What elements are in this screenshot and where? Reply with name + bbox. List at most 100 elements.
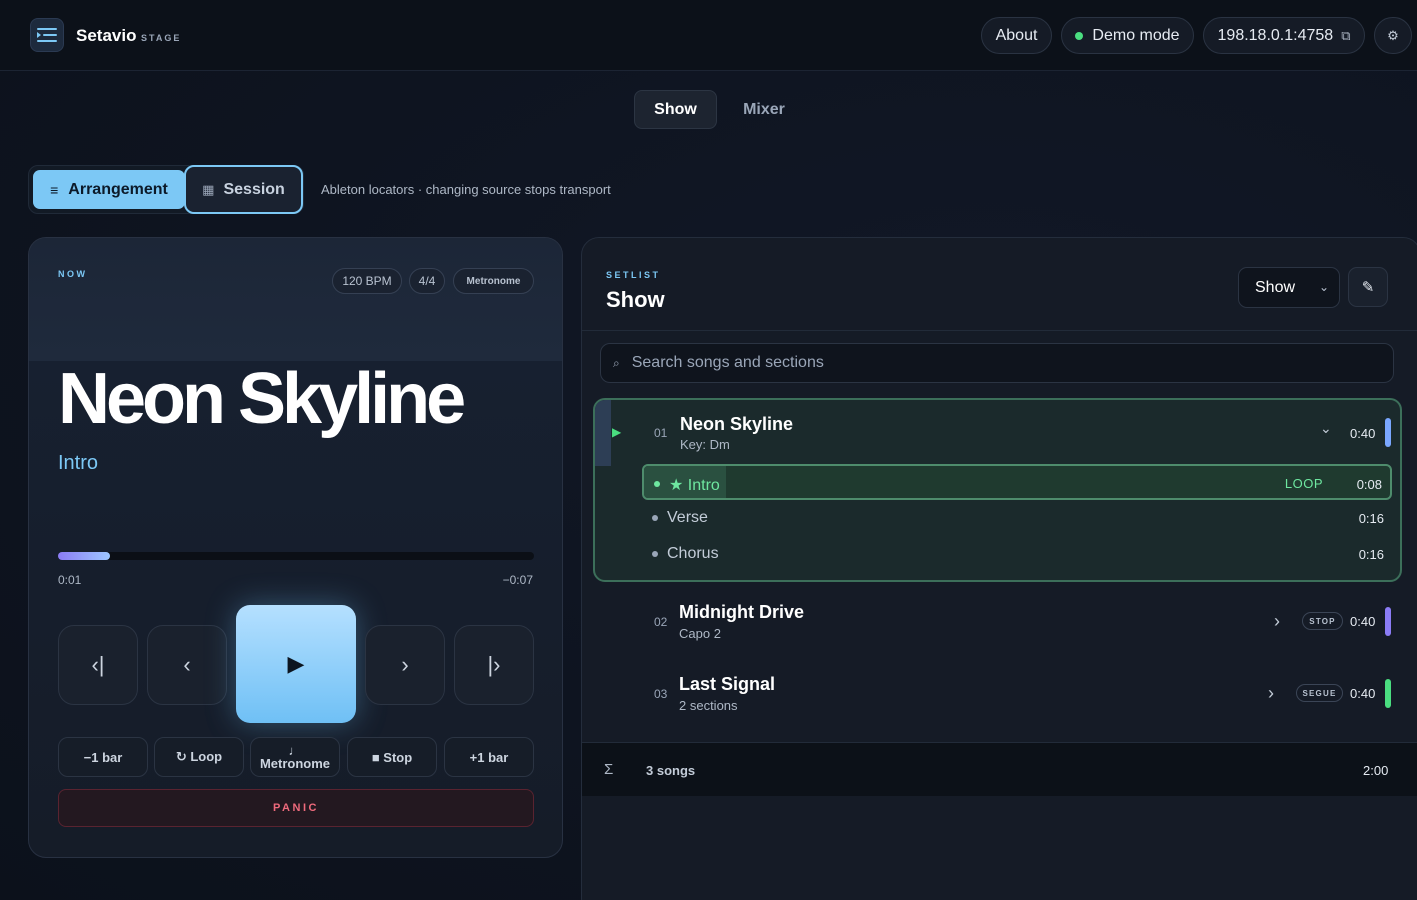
tab-show[interactable]: Show — [634, 90, 717, 129]
address-copy-button[interactable]: 198.18.0.1:4758 ⧉ — [1203, 17, 1365, 54]
panic-button[interactable]: PANIC — [58, 789, 534, 827]
status-dot-icon — [1075, 31, 1084, 40]
song-color-bar — [1385, 607, 1391, 636]
remaining-time: −0:07 — [502, 573, 533, 587]
playing-icon: ▶ — [612, 425, 622, 439]
song-color-bar — [1385, 418, 1391, 447]
song-number: 01 — [654, 426, 668, 440]
arrangement-button[interactable]: ≡ Arrangement — [33, 170, 185, 209]
chevron-down-icon[interactable]: ⌄ — [1320, 420, 1332, 437]
setlist-select-value: Show — [1255, 278, 1296, 296]
copy-icon: ⧉ — [1341, 27, 1351, 43]
metronome-label: Metronome — [259, 756, 331, 771]
next-song-button[interactable]: |› — [454, 625, 534, 705]
search-input[interactable] — [631, 354, 1332, 372]
session-label: Session — [223, 180, 285, 198]
segue-badge: SEGUE — [1296, 684, 1343, 702]
song-name: Midnight Drive — [679, 602, 804, 622]
song-meta: Capo 2 — [679, 626, 721, 641]
setlist-card: SETLIST Show Show ⌄ ✎ ⌕ ▶ 01 Neon Skylin… — [581, 237, 1417, 900]
address-label: 198.18.0.1:4758 — [1217, 26, 1334, 44]
setlist-label: SETLIST — [606, 270, 661, 280]
song-color-bar — [1385, 679, 1391, 708]
song-row[interactable]: 02 Midnight Drive Capo 2 › STOP 0:40 — [582, 593, 1417, 653]
song-number: 03 — [654, 687, 668, 701]
list-icon: ≡ — [50, 181, 59, 198]
section-row[interactable]: Verse 0:16 — [642, 500, 1392, 536]
brand-sub: STAGE — [141, 33, 182, 43]
chevron-right-icon: › — [401, 652, 409, 677]
metronome-button[interactable]: ♩ Metronome — [250, 737, 340, 777]
song-row[interactable]: 03 Last Signal 2 sections › SEGUE 0:40 — [582, 665, 1417, 725]
bpm-chip: 120 BPM — [332, 268, 402, 294]
divider — [582, 330, 1417, 331]
tab-mixer[interactable]: Mixer — [728, 90, 800, 129]
demo-mode-button[interactable]: Demo mode — [1061, 17, 1194, 54]
progress-fill — [58, 552, 111, 560]
chevron-right-icon[interactable]: › — [1274, 611, 1280, 632]
elapsed-time: 0:01 — [58, 573, 82, 587]
skip-back-icon: ‹| — [91, 652, 105, 677]
section-dot — [652, 551, 658, 557]
current-song-title: Neon Skyline — [58, 359, 466, 439]
chevron-left-icon: ‹ — [183, 652, 191, 677]
session-button[interactable]: ▦ Session — [184, 165, 303, 214]
song-count: 3 songs — [646, 763, 696, 778]
section-row-active[interactable]: ★ Intro LOOP 0:08 — [642, 464, 1392, 500]
next-section-button[interactable]: › — [365, 625, 445, 705]
stop-badge: STOP — [1302, 612, 1343, 630]
song-duration: 0:40 — [1350, 686, 1376, 701]
metronome-chip[interactable]: Metronome — [453, 268, 534, 294]
song-meta: 2 sections — [679, 698, 738, 713]
search-field[interactable]: ⌕ — [600, 343, 1394, 383]
section-duration: 0:16 — [1358, 547, 1384, 562]
brand-name: Setavio — [76, 26, 137, 45]
grid-icon: ▦ — [202, 181, 215, 197]
skip-forward-icon: |› — [487, 652, 501, 677]
signature-chip: 4/4 — [409, 268, 445, 294]
song-duration: 0:40 — [1350, 614, 1376, 629]
song-duration: 0:40 — [1350, 426, 1376, 441]
top-bar: Setavio STAGE About Demo mode 198.18.0.1… — [0, 0, 1417, 71]
search-icon: ⌕ — [613, 355, 620, 370]
settings-button[interactable]: ⚙ — [1374, 17, 1412, 54]
arrangement-label: Arrangement — [68, 180, 168, 198]
play-button[interactable]: ▶ — [236, 605, 356, 723]
section-name: ★ Intro — [669, 477, 720, 494]
loop-button[interactable]: ↻ Loop — [154, 737, 244, 777]
about-button[interactable]: About — [981, 17, 1052, 54]
minus-bar-button[interactable]: −1 bar — [58, 737, 148, 777]
previous-section-button[interactable]: ‹ — [147, 625, 227, 705]
setlist-footer: Σ 3 songs 2:00 — [582, 742, 1417, 796]
play-icon: ▶ — [287, 651, 305, 676]
section-name: Verse — [667, 509, 708, 526]
edit-setlist-button[interactable]: ✎ — [1348, 267, 1388, 307]
pencil-icon: ✎ — [1361, 279, 1375, 296]
song-row-active[interactable]: ▶ 01 Neon Skyline Key: Dm ⌄ 0:40 ★ Intro… — [593, 398, 1402, 582]
active-strip — [595, 400, 611, 466]
sigma-icon: Σ — [604, 761, 614, 778]
song-meta: Key: Dm — [680, 437, 730, 452]
section-dot — [652, 515, 658, 521]
stop-button[interactable]: ■ Stop — [347, 737, 437, 777]
progress-bar[interactable] — [58, 552, 534, 560]
loop-badge: LOOP — [1284, 476, 1323, 491]
mode-hint: Ableton locators · changing source stops… — [321, 182, 611, 197]
now-header-band — [29, 238, 562, 361]
section-row[interactable]: Chorus 0:16 — [642, 536, 1392, 572]
now-playing-card: NOW 120 BPM 4/4 Metronome Neon Skyline I… — [28, 237, 563, 858]
section-duration: 0:08 — [1356, 477, 1382, 492]
current-section: Intro — [58, 452, 99, 474]
chevron-down-icon: ⌄ — [1318, 280, 1329, 294]
demo-mode-label: Demo mode — [1092, 26, 1180, 44]
previous-song-button[interactable]: ‹| — [58, 625, 138, 705]
chevron-right-icon[interactable]: › — [1268, 683, 1274, 704]
gear-icon: ⚙ — [1387, 27, 1399, 43]
song-name: Neon Skyline — [680, 414, 794, 434]
section-dot — [654, 481, 660, 487]
plus-bar-button[interactable]: +1 bar — [444, 737, 534, 777]
setlist-title: Show — [606, 287, 665, 312]
logo-icon — [30, 18, 64, 52]
setlist-select[interactable]: Show ⌄ — [1238, 267, 1340, 308]
now-label: NOW — [58, 269, 88, 279]
